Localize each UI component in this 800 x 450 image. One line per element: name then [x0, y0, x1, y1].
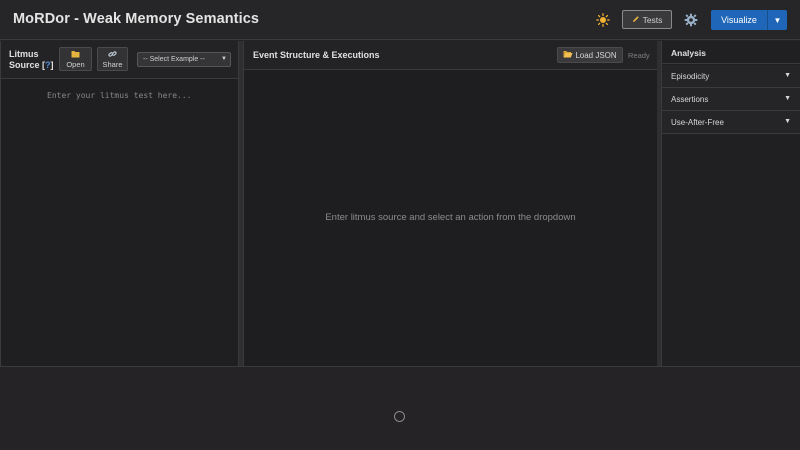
chevron-down-icon: ▼	[221, 56, 227, 62]
executions-toolbar: Event Structure & Executions Load JSON R…	[244, 41, 657, 70]
analysis-header: Analysis	[662, 41, 800, 64]
share-button[interactable]: Share	[97, 47, 128, 71]
caret-down-icon: ▼	[784, 118, 791, 125]
link-icon	[108, 50, 117, 60]
analysis-panel: Analysis Episodicity ▼ Assertions ▼ Use-…	[661, 41, 800, 366]
gear-icon[interactable]	[681, 10, 701, 30]
caret-down-icon: ▼	[773, 15, 782, 25]
accordion-assertions[interactable]: Assertions ▼	[662, 88, 800, 111]
load-json-button[interactable]: Load JSON	[557, 47, 623, 63]
app-header: MoRDor - Weak Memory Semantics Tests Vis…	[0, 0, 800, 40]
editor-placeholder: Enter your litmus test here...	[47, 91, 192, 100]
visualize-dropdown-toggle[interactable]: ▼	[767, 10, 787, 30]
tests-button[interactable]: Tests	[622, 10, 672, 29]
help-link[interactable]: ?	[45, 60, 51, 70]
open-button-label: Open	[66, 59, 85, 69]
accordion-label: Assertions	[671, 95, 709, 104]
app-title: MoRDor - Weak Memory Semantics	[13, 11, 260, 27]
loading-spinner-icon	[394, 411, 405, 422]
analysis-title: Analysis	[671, 48, 706, 58]
example-select-value: -- Select Example --	[143, 56, 205, 63]
accordion-use-after-free[interactable]: Use-After-Free ▼	[662, 111, 800, 134]
bottom-panel	[0, 366, 800, 450]
tests-button-label: Tests	[642, 14, 663, 25]
folder-open-icon	[563, 50, 573, 60]
caret-down-icon: ▼	[784, 95, 791, 102]
load-json-label: Load JSON	[575, 50, 617, 60]
visualize-button[interactable]: Visualize	[711, 10, 767, 30]
litmus-toolbar: Litmus Source [?] Open Share -- Select E…	[1, 41, 238, 79]
pencil-icon	[632, 15, 640, 25]
litmus-editor[interactable]: Enter your litmus test here...	[1, 80, 238, 366]
caret-down-icon: ▼	[784, 72, 791, 79]
empty-state-message: Enter litmus source and select an action…	[325, 212, 576, 223]
litmus-source-label: Litmus Source [?]	[9, 49, 54, 70]
litmus-source-panel: Litmus Source [?] Open Share -- Select E…	[0, 41, 239, 366]
accordion-label: Use-After-Free	[671, 118, 724, 127]
accordion-episodicity[interactable]: Episodicity ▼	[662, 65, 800, 88]
status-text: Ready	[628, 51, 650, 60]
executions-panel: Event Structure & Executions Load JSON R…	[243, 41, 658, 366]
example-select[interactable]: -- Select Example -- ▼	[137, 52, 231, 67]
open-button[interactable]: Open	[59, 47, 92, 71]
executions-title: Event Structure & Executions	[253, 50, 380, 60]
sun-icon[interactable]	[593, 10, 613, 30]
accordion-label: Episodicity	[671, 72, 710, 81]
folder-icon	[71, 50, 80, 60]
share-button-label: Share	[102, 59, 123, 69]
